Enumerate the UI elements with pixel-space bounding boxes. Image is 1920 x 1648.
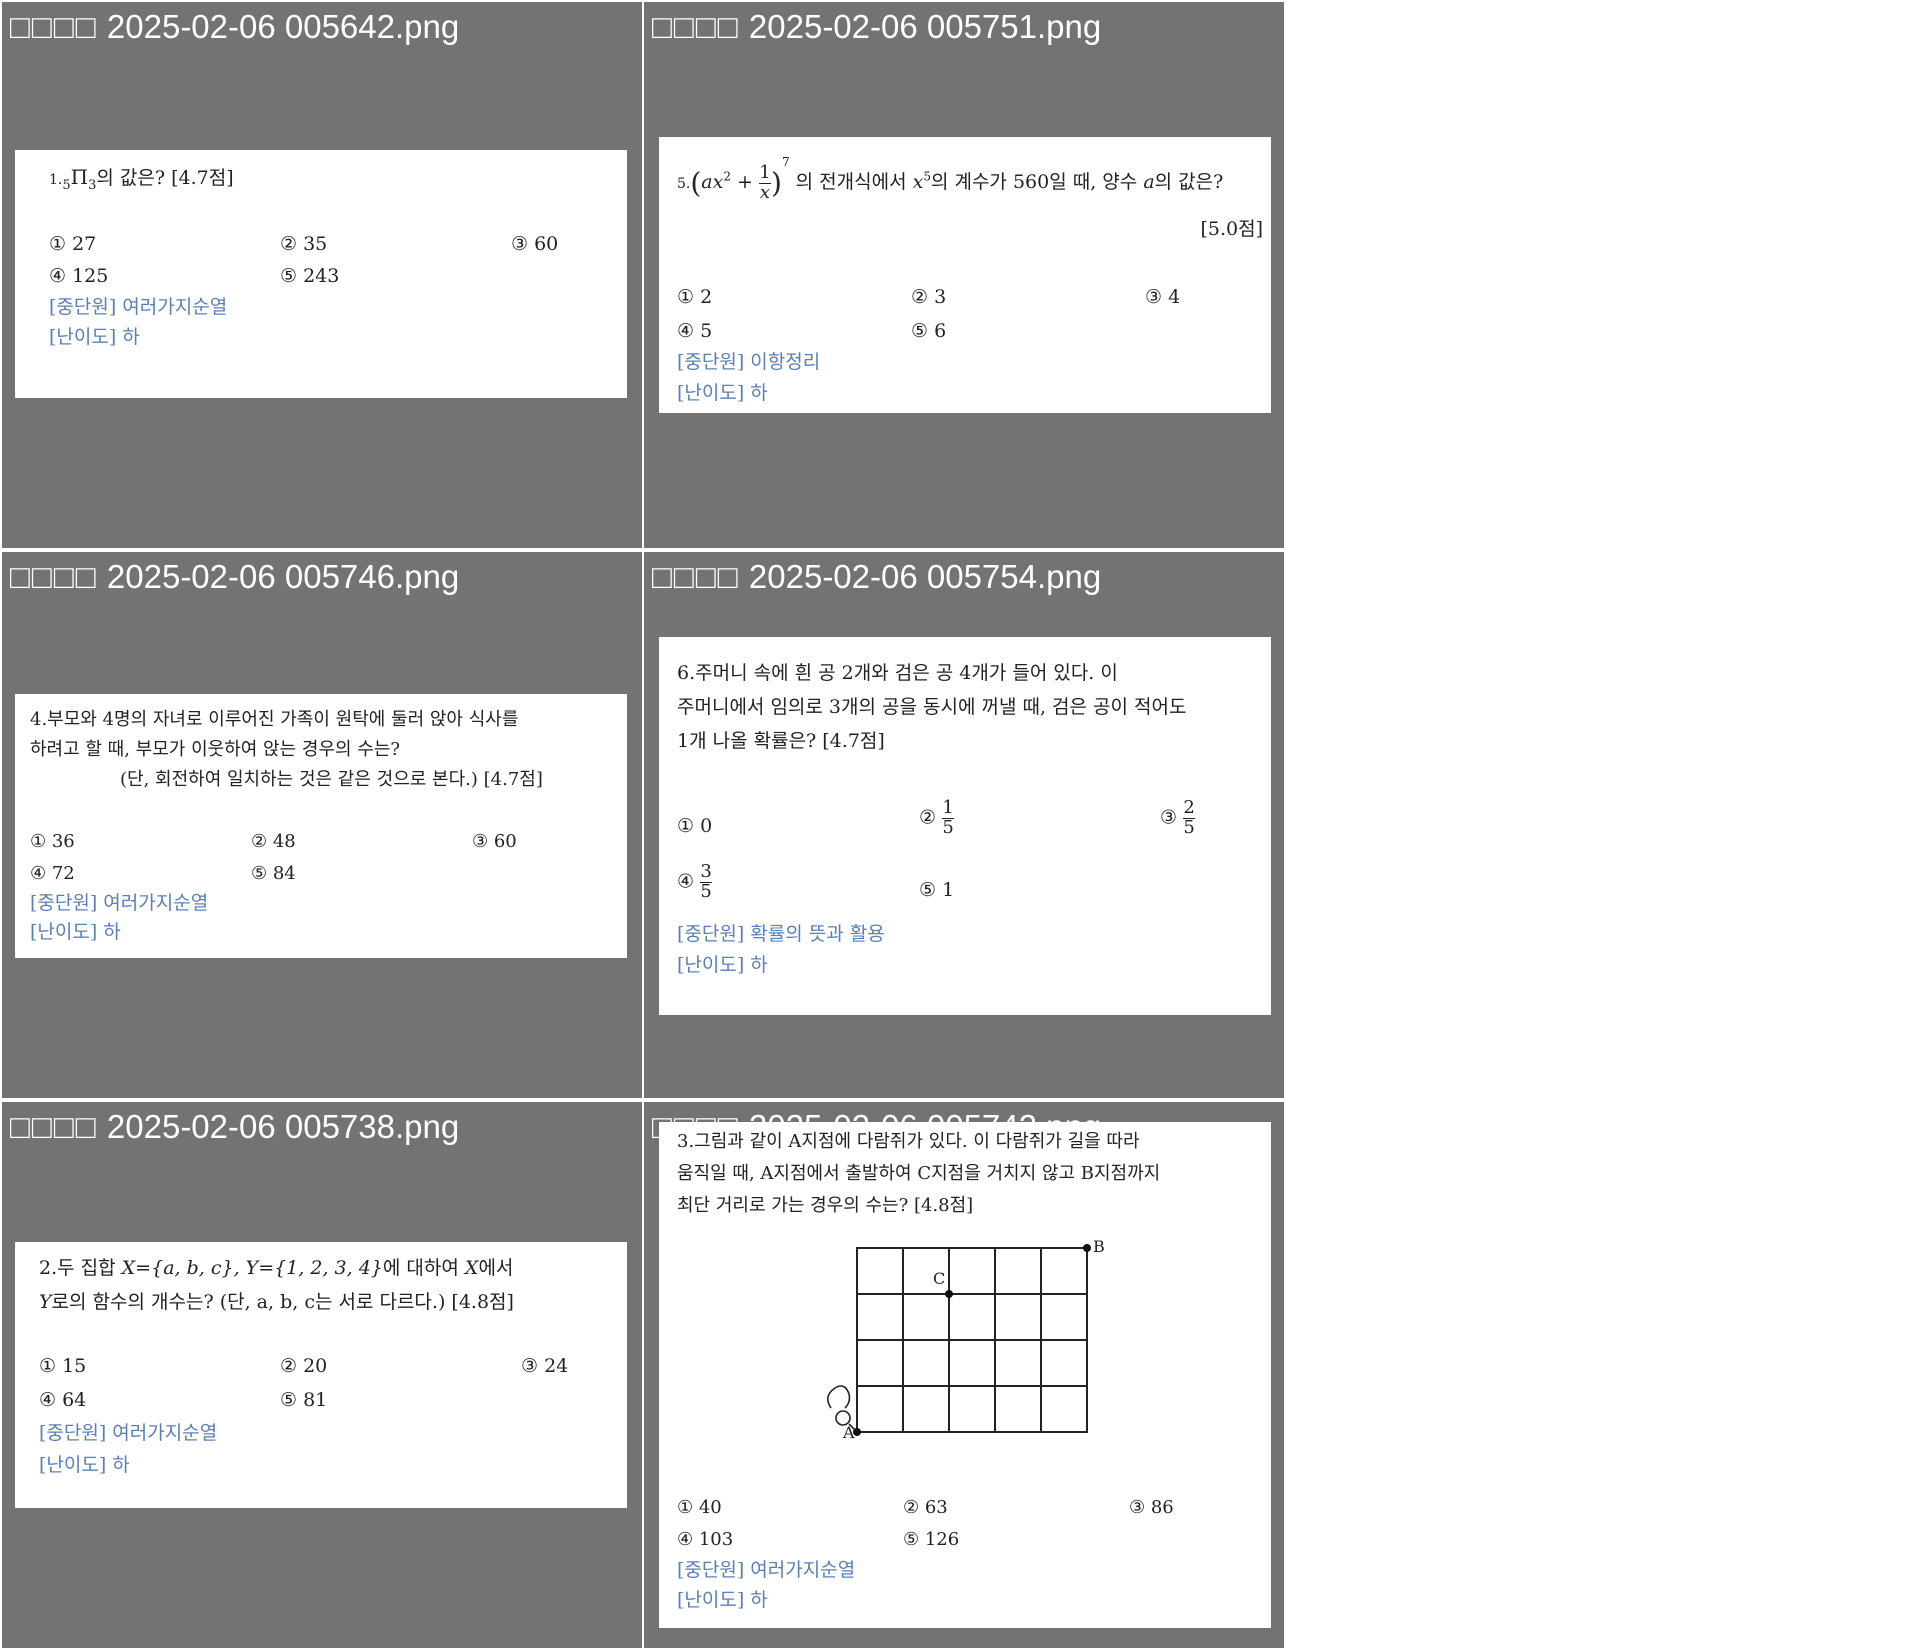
image-tile-6[interactable]: □□□□ 2025-02-06 005742.png 3.그림과 같이 A지점에…: [644, 1102, 1284, 1648]
difficulty-label: [난이도] 하: [49, 326, 140, 348]
difficulty-label: [난이도] 하: [677, 382, 768, 404]
choice-3[interactable]: ③ 25: [1160, 797, 1196, 838]
question-line-3: 최단 거리로 가는 경우의 수는? [4.8점]: [677, 1195, 974, 1216]
unit-label: [중단원] 여러가지순열: [49, 296, 228, 318]
image-tile-4[interactable]: □□□□ 2025-02-06 005754.png 6.주머니 속에 흰 공 …: [644, 552, 1284, 1098]
question-line-1: 4.부모와 4명의 자녀로 이루어진 가족이 원탁에 둘러 앉아 식사를: [30, 709, 519, 730]
choice-1[interactable]: ① 2: [677, 283, 712, 312]
choice-4[interactable]: ④ 125: [49, 262, 108, 291]
question-card: 4.부모와 4명의 자녀로 이루어진 가족이 원탁에 둘러 앉아 식사를 하려고…: [15, 694, 627, 958]
unit-label: [중단원] 여러가지순열: [39, 1422, 218, 1444]
question-text: 1.5Π3의 값은? [4.7점]: [49, 165, 234, 193]
choice-3[interactable]: ③ 24: [521, 1352, 568, 1381]
choice-4[interactable]: ④ 35: [677, 861, 713, 902]
choice-4[interactable]: ④ 103: [677, 1526, 733, 1554]
choice-1[interactable]: ① 27: [49, 230, 96, 259]
choice-5[interactable]: ⑤ 1: [919, 876, 954, 905]
image-tile-3[interactable]: □□□□ 2025-02-06 005746.png 4.부모와 4명의 자녀로…: [2, 552, 642, 1098]
grid-lines: [856, 1247, 1088, 1433]
choice-2[interactable]: ② 3: [911, 283, 946, 312]
choice-5[interactable]: ⑤ 84: [251, 860, 296, 888]
image-tile-1[interactable]: □□□□ 2025-02-06 005642.png 1.5Π3의 값은? [4…: [2, 2, 642, 548]
difficulty-label: [난이도] 하: [39, 1454, 130, 1476]
question-line-1: 3.그림과 같이 A지점에 다람쥐가 있다. 이 다람쥐가 길을 따라: [677, 1131, 1140, 1152]
label-c: C: [933, 1269, 945, 1288]
image-tile-2[interactable]: □□□□ 2025-02-06 005751.png 5.(ax2 + 1 x)7…: [644, 2, 1284, 548]
question-text: 5.(ax2 + 1 x)7 의 전개식에서 x5의 계수가 560일 때, 양수…: [677, 155, 1224, 203]
difficulty-label: [난이도] 하: [30, 921, 121, 943]
fraction: 35: [700, 861, 713, 902]
choice-5[interactable]: ⑤ 243: [280, 262, 339, 291]
tile-title: □□□□ 2025-02-06 005751.png: [652, 8, 1102, 45]
choice-2[interactable]: ② 48: [251, 828, 296, 856]
label-a: A: [842, 1423, 855, 1442]
choice-4[interactable]: ④ 72: [30, 860, 75, 888]
unit-label: [중단원] 여러가지순열: [30, 892, 209, 914]
fraction: 15: [942, 797, 955, 838]
label-b: B: [1093, 1237, 1105, 1256]
choice-1[interactable]: ① 15: [39, 1352, 86, 1381]
choice-3[interactable]: ③ 4: [1145, 283, 1180, 312]
tile-title: □□□□ 2025-02-06 005746.png: [10, 558, 460, 595]
fraction: 25: [1183, 797, 1196, 838]
question-line-2: 움직일 때, A지점에서 출발하여 C지점을 거치지 않고 B지점까지: [677, 1163, 1161, 1184]
question-card: 5.(ax2 + 1 x)7 의 전개식에서 x5의 계수가 560일 때, 양수…: [659, 137, 1271, 413]
question-line-3: (단, 회전하여 일치하는 것은 같은 것으로 본다.) [4.7점]: [120, 769, 543, 790]
choice-4[interactable]: ④ 64: [39, 1386, 86, 1415]
choice-2[interactable]: ② 15: [919, 797, 955, 838]
difficulty-label: [난이도] 하: [677, 954, 768, 976]
choice-5[interactable]: ⑤ 126: [903, 1526, 959, 1554]
question-card: 2.두 집합 X={a, b, c}, Y={1, 2, 3, 4}에 대하여 …: [15, 1242, 627, 1508]
choice-4[interactable]: ④ 5: [677, 317, 712, 346]
choice-2[interactable]: ② 20: [280, 1352, 327, 1381]
choice-3[interactable]: ③ 60: [511, 230, 558, 259]
choice-5[interactable]: ⑤ 81: [280, 1386, 327, 1415]
tile-title: □□□□ 2025-02-06 005738.png: [10, 1108, 460, 1145]
unit-label: [중단원] 이항정리: [677, 351, 821, 373]
points-label: [5.0점]: [1200, 218, 1263, 240]
tile-title: □□□□ 2025-02-06 005642.png: [10, 8, 460, 45]
choice-3[interactable]: ③ 86: [1129, 1494, 1174, 1522]
tile-title: □□□□ 2025-02-06 005754.png: [652, 558, 1102, 595]
choice-3[interactable]: ③ 60: [472, 828, 517, 856]
unit-label: [중단원] 여러가지순열: [677, 1559, 856, 1581]
choice-2[interactable]: ② 63: [903, 1494, 948, 1522]
question-line-1: 2.두 집합 X={a, b, c}, Y={1, 2, 3, 4}에 대하여 …: [39, 1257, 514, 1279]
point-c-dot: [945, 1290, 953, 1298]
question-card: 3.그림과 같이 A지점에 다람쥐가 있다. 이 다람쥐가 길을 따라 움직일 …: [659, 1122, 1271, 1628]
difficulty-label: [난이도] 하: [677, 1589, 768, 1611]
question-line-1: 6.주머니 속에 흰 공 2개와 검은 공 4개가 들어 있다. 이: [677, 662, 1118, 684]
question-card: 1.5Π3의 값은? [4.7점] ① 27 ② 35 ③ 60 ④ 125 ⑤…: [15, 150, 627, 398]
question-line-2: 하려고 할 때, 부모가 이웃하여 앉는 경우의 수는?: [30, 739, 401, 760]
question-line-2: 주머니에서 임의로 3개의 공을 동시에 꺼낼 때, 검은 공이 적어도: [677, 696, 1187, 718]
point-b-dot: [1083, 1244, 1091, 1252]
unit-label: [중단원] 확률의 뜻과 활용: [677, 923, 885, 945]
question-line-2: Y로의 함수의 개수는? (단, a, b, c는 서로 다르다.) [4.8점…: [39, 1291, 514, 1313]
choice-1[interactable]: ① 40: [677, 1494, 722, 1522]
grid-figure: A B C: [827, 1237, 1105, 1442]
choice-5[interactable]: ⑤ 6: [911, 317, 946, 346]
choice-2[interactable]: ② 35: [280, 230, 327, 259]
image-tile-5[interactable]: □□□□ 2025-02-06 005738.png 2.두 집합 X={a, …: [2, 1102, 642, 1648]
question-card: 6.주머니 속에 흰 공 2개와 검은 공 4개가 들어 있다. 이 주머니에서…: [659, 637, 1271, 1015]
choice-1[interactable]: ① 0: [677, 812, 712, 841]
choice-1[interactable]: ① 36: [30, 828, 75, 856]
question-line-3: 1개 나올 확률은? [4.7점]: [677, 730, 885, 752]
